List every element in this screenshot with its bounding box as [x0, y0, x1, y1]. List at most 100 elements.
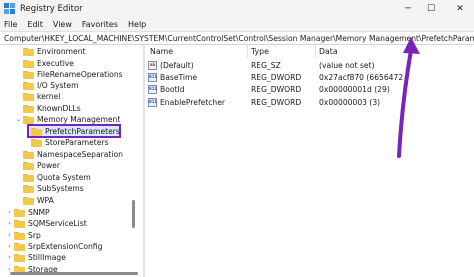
value-row-enableprefetcher[interactable]: 011 EnablePrefetcher REG_DWORD 0x0000000… — [145, 96, 474, 108]
expander — [14, 58, 23, 69]
expander — [14, 103, 23, 114]
value-type: REG_DWORD — [251, 97, 302, 107]
tree-item-storeparameters[interactable]: StoreParameters — [22, 137, 109, 148]
chevron-down-icon[interactable]: ⌄ — [14, 114, 23, 125]
tree-item-knowndlls[interactable]: KnownDLLs — [14, 103, 81, 114]
menu-file[interactable]: File — [4, 20, 17, 29]
tree-item-label: SubSystems — [37, 184, 84, 193]
column-divider[interactable] — [247, 45, 248, 58]
expander — [14, 160, 23, 171]
tree-item-sqmservicelist[interactable]: › SQMServiceList — [5, 218, 86, 229]
folder-icon — [14, 208, 25, 217]
tree-item-power[interactable]: Power — [14, 160, 60, 171]
menu-view[interactable]: View — [53, 20, 72, 29]
value-data: 0x00000003 (3) — [319, 97, 381, 107]
tree-item-stillimage[interactable]: › StillImage — [5, 252, 66, 263]
folder-icon — [14, 253, 25, 262]
column-header-type[interactable]: Type — [251, 45, 269, 58]
folder-icon — [23, 70, 34, 79]
reg-dword-icon: 011 — [148, 97, 158, 107]
tree-item-memory-management[interactable]: ⌄ Memory Management — [14, 114, 120, 125]
title-bar: Registry Editor ─ ☐ ✕ — [0, 0, 474, 17]
chevron-right-icon[interactable]: › — [5, 252, 14, 263]
tree-item-wpa[interactable]: WPA — [14, 195, 54, 206]
tree-item-executive[interactable]: Executive — [14, 58, 74, 69]
tree-item-srp[interactable]: › Srp — [5, 230, 41, 241]
expander — [14, 149, 23, 160]
value-type: REG_SZ — [251, 60, 281, 70]
registry-editor-icon — [4, 3, 15, 14]
expander — [22, 137, 31, 148]
value-type: REG_DWORD — [251, 84, 302, 94]
chevron-right-icon[interactable]: › — [5, 207, 14, 218]
tree-item-io-system[interactable]: I/O System — [14, 80, 79, 91]
folder-icon — [23, 115, 34, 124]
value-row-default[interactable]: ab (Default) REG_SZ (value not set) — [145, 59, 474, 71]
tree-item-label: NamespaceSeparation — [37, 150, 123, 159]
tree-item-prefetchparameters[interactable]: PrefetchParameters — [22, 126, 120, 137]
tree-horizontal-scrollbar[interactable] — [10, 272, 138, 275]
tree-item-label: Executive — [37, 59, 74, 68]
tree-item-label: SNMP — [28, 208, 50, 217]
tree-item-environment[interactable]: Environment — [14, 46, 86, 57]
value-type: REG_DWORD — [251, 72, 302, 82]
folder-icon — [23, 150, 34, 159]
folder-icon — [23, 161, 34, 170]
tree-vertical-scrollbar[interactable] — [132, 200, 135, 228]
folder-icon — [31, 138, 42, 147]
chevron-right-icon[interactable]: › — [5, 230, 14, 241]
close-button[interactable]: ✕ — [446, 0, 474, 17]
tree-item-label: StoreParameters — [45, 138, 109, 147]
tree-item-label: PrefetchParameters — [45, 127, 120, 136]
value-data: 0x00000001d (29) — [319, 84, 390, 94]
tree-item-label: WPA — [37, 196, 54, 205]
tree-item-namespaceseparation[interactable]: NamespaceSeparation — [14, 149, 123, 160]
tree-item-label: I/O System — [37, 81, 79, 90]
folder-icon — [23, 173, 34, 182]
value-name: BootId — [160, 84, 185, 94]
tree-item-quota-system[interactable]: Quota System — [14, 172, 91, 183]
expander — [14, 195, 23, 206]
folder-icon — [23, 81, 34, 90]
menu-bar: File Edit View Favorites Help — [0, 17, 474, 31]
column-header-data[interactable]: Data — [319, 45, 338, 58]
chevron-right-icon[interactable]: › — [5, 241, 14, 252]
expander — [14, 183, 23, 194]
expander — [14, 69, 23, 80]
reg-dword-icon: 011 — [148, 72, 158, 82]
tree-item-label: SrpExtensionConfig — [28, 242, 103, 251]
column-divider[interactable] — [315, 45, 316, 58]
menu-favorites[interactable]: Favorites — [82, 20, 118, 29]
tree-item-kernel[interactable]: kernel — [14, 91, 60, 102]
expander — [22, 126, 31, 137]
tree-item-subsystems[interactable]: SubSystems — [14, 183, 84, 194]
chevron-right-icon[interactable]: › — [5, 218, 14, 229]
tree-item-label: Srp — [28, 231, 41, 240]
folder-icon — [23, 184, 34, 193]
tree-item-label: Memory Management — [37, 115, 121, 124]
folder-icon — [14, 242, 25, 251]
tree-item-srpextensionconfig[interactable]: › SrpExtensionConfig — [5, 241, 102, 252]
tree-item-label: Environment — [37, 47, 86, 56]
menu-edit[interactable]: Edit — [27, 20, 43, 29]
value-name: BaseTime — [160, 72, 198, 82]
reg-sz-icon: ab — [148, 60, 157, 70]
tree-item-filerenameoperations[interactable]: FileRenameOperations — [14, 69, 123, 80]
key-tree: Environment Executive FileRenameOperatio… — [0, 45, 143, 277]
value-row-basetime[interactable]: 011 BaseTime REG_DWORD 0x27acf870 (66564… — [145, 71, 474, 83]
folder-icon — [23, 92, 34, 101]
value-data: (value not set) — [319, 60, 375, 70]
column-header-name[interactable]: Name — [150, 45, 173, 58]
address-bar[interactable]: Computer\HKEY_LOCAL_MACHINE\SYSTEM\Curre… — [0, 31, 474, 45]
expander — [14, 46, 23, 57]
tree-item-label: FileRenameOperations — [37, 70, 123, 79]
tree-item-label: Power — [37, 161, 60, 170]
value-row-bootid[interactable]: 011 BootId REG_DWORD 0x00000001d (29) — [145, 83, 474, 95]
menu-help[interactable]: Help — [128, 20, 146, 29]
folder-icon — [14, 231, 25, 240]
tree-item-label: kernel — [37, 92, 61, 101]
tree-item-snmp[interactable]: › SNMP — [5, 207, 50, 218]
tree-item-label: Quota System — [37, 173, 91, 182]
folder-icon — [14, 219, 25, 228]
folder-icon — [23, 104, 34, 113]
